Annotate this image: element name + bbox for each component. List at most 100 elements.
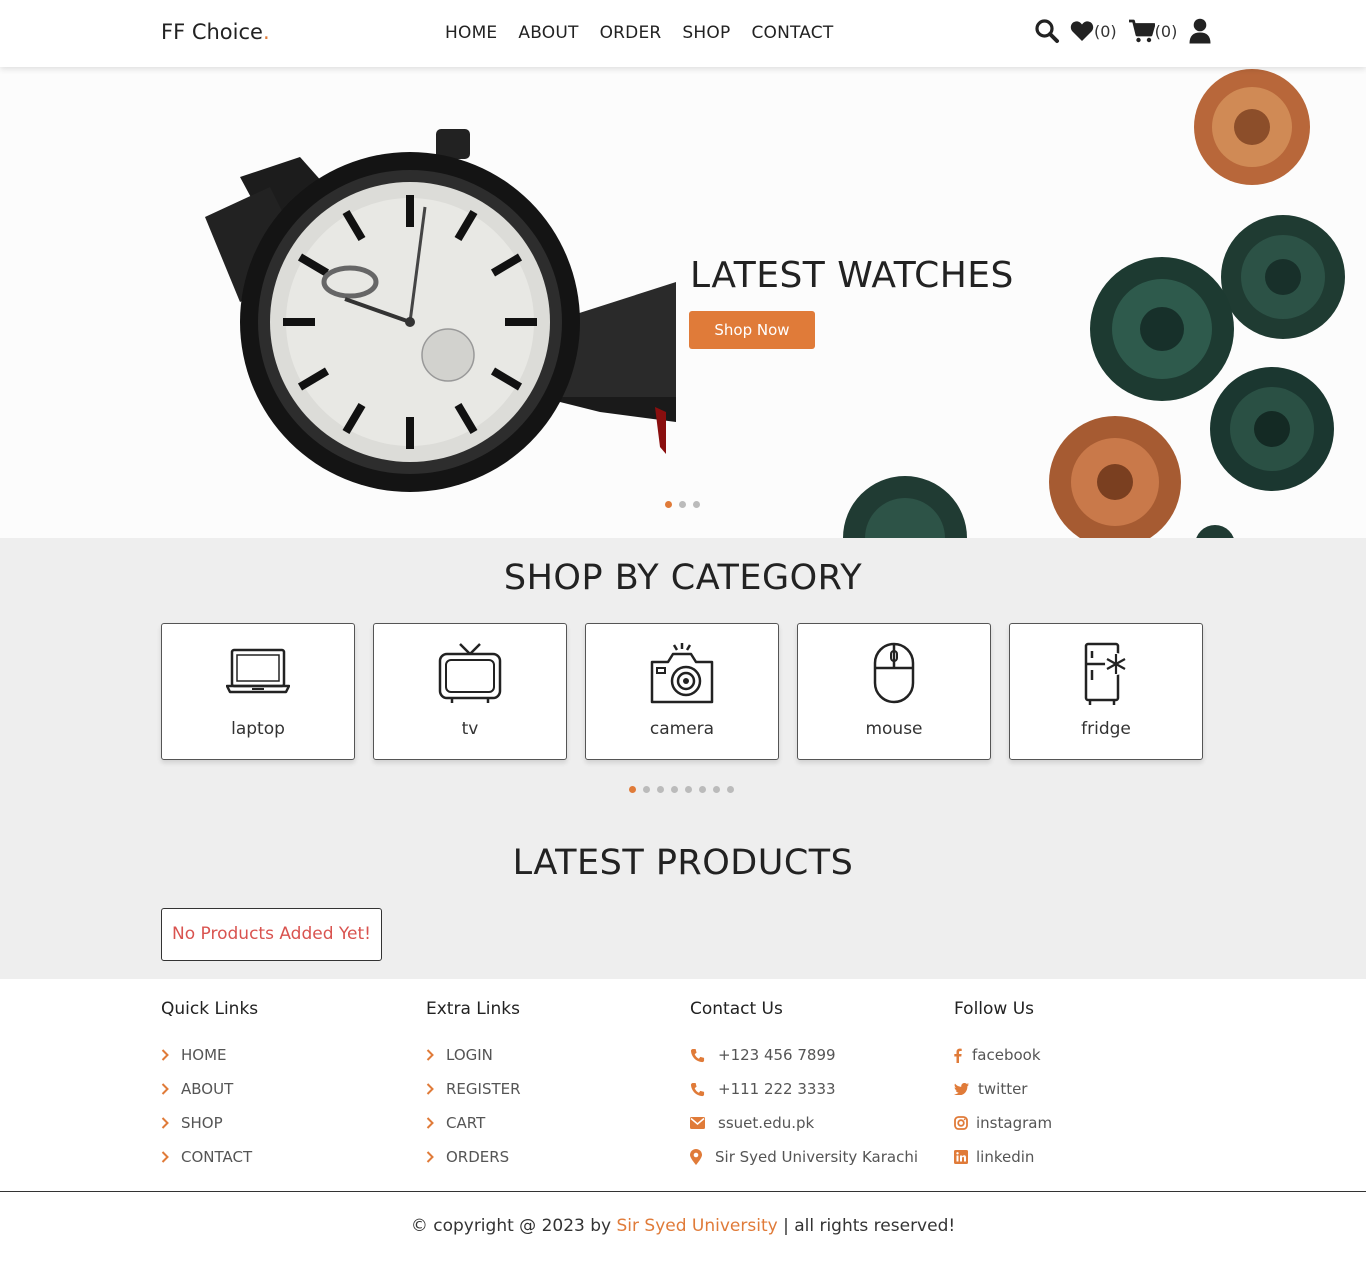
social-label: twitter <box>978 1080 1028 1098</box>
category-dot-5[interactable] <box>685 786 692 793</box>
footer-link-cart[interactable]: CART <box>426 1106 521 1140</box>
copyright-text: © copyright @ 2023 by Sir Syed Universit… <box>0 1216 1366 1236</box>
category-card-camera[interactable]: camera <box>585 623 779 760</box>
footer-link-orders[interactable]: ORDERS <box>426 1140 521 1174</box>
empty-products-message: No Products Added Yet! <box>161 908 382 961</box>
site-footer: Quick Links HOME ABOUT SHOP CONTACT Extr… <box>0 979 1366 1192</box>
latest-products-title: LATEST PRODUCTS <box>512 843 854 883</box>
social-label: instagram <box>976 1114 1053 1132</box>
footer-quick-links: Quick Links HOME ABOUT SHOP CONTACT <box>161 999 258 1174</box>
watch-illustration <box>205 129 676 492</box>
footer-heading: Extra Links <box>426 999 520 1019</box>
social-instagram[interactable]: instagram <box>954 1106 1052 1140</box>
nav-shop[interactable]: SHOP <box>682 23 730 43</box>
laptop-icon <box>225 642 291 704</box>
chevron-right-icon <box>426 1117 446 1129</box>
category-label: laptop <box>231 719 285 739</box>
category-card-laptop[interactable]: laptop <box>161 623 355 760</box>
contact-email[interactable]: ssuet.edu.pk <box>690 1106 918 1140</box>
nav-contact[interactable]: CONTACT <box>751 23 833 43</box>
camera-icon <box>650 642 714 708</box>
cart-count: (0) <box>1154 21 1178 41</box>
category-title: SHOP BY CATEGORY <box>503 558 863 598</box>
footer-link-label: REGISTER <box>446 1080 521 1098</box>
footer-link-contact[interactable]: CONTACT <box>161 1140 258 1174</box>
chevron-right-icon <box>161 1083 181 1095</box>
footer-link-about[interactable]: ABOUT <box>161 1072 258 1106</box>
phone-icon <box>690 1048 718 1063</box>
social-label: linkedin <box>976 1148 1035 1166</box>
tv-icon <box>438 642 502 708</box>
contact-address[interactable]: Sir Syed University Karachi <box>690 1140 918 1174</box>
shop-now-button[interactable]: Shop Now <box>689 311 815 349</box>
mouse-icon <box>872 642 916 708</box>
hero-dot-1[interactable] <box>665 501 672 508</box>
footer-link-label: ORDERS <box>446 1148 510 1166</box>
category-dot-4[interactable] <box>671 786 678 793</box>
nav-home[interactable]: HOME <box>445 23 497 43</box>
footer-link-shop[interactable]: SHOP <box>161 1106 258 1140</box>
social-label: facebook <box>972 1046 1041 1064</box>
copyright-prefix: © copyright @ 2023 by <box>410 1216 617 1236</box>
category-dot-6[interactable] <box>699 786 706 793</box>
contact-text: Sir Syed University Karachi <box>715 1148 919 1166</box>
hero-dot-2[interactable] <box>679 501 686 508</box>
social-linkedin[interactable]: linkedin <box>954 1140 1052 1174</box>
footer-link-label: ABOUT <box>181 1080 234 1098</box>
contact-phone-1[interactable]: +123 456 7899 <box>690 1038 918 1072</box>
hero-dot-3[interactable] <box>693 501 700 508</box>
category-card-fridge[interactable]: fridge <box>1009 623 1203 760</box>
category-dot-3[interactable] <box>657 786 664 793</box>
wishlist-count: (0) <box>1094 21 1117 41</box>
category-dot-7[interactable] <box>713 786 720 793</box>
category-label: mouse <box>865 719 923 739</box>
chevron-right-icon <box>426 1151 446 1163</box>
hero-slider: LATEST WATCHES Shop Now <box>0 67 1366 538</box>
footer-link-label: LOGIN <box>446 1046 493 1064</box>
footer-contact: Contact Us +123 456 7899 +111 222 3333 s… <box>690 999 918 1174</box>
map-pin-icon <box>690 1149 715 1165</box>
pine-cone-decoration <box>843 69 1345 538</box>
wishlist-button[interactable]: (0) <box>1070 20 1117 42</box>
logo-dot: . <box>262 20 270 44</box>
category-carousel: laptop tv camera mouse fridge <box>161 623 1203 760</box>
cart-button[interactable]: (0) <box>1128 19 1178 43</box>
category-card-tv[interactable]: tv <box>373 623 567 760</box>
contact-text: +111 222 3333 <box>718 1080 836 1098</box>
site-logo[interactable]: FF Choice. <box>161 20 270 44</box>
category-label: camera <box>649 719 715 739</box>
hero-image <box>205 69 1345 538</box>
twitter-icon <box>954 1083 978 1095</box>
footer-follow-us: Follow Us facebook twitter instagram lin… <box>954 999 1052 1174</box>
category-dot-8[interactable] <box>727 786 734 793</box>
chevron-right-icon <box>161 1151 181 1163</box>
contact-text: +123 456 7899 <box>718 1046 836 1064</box>
category-dot-1[interactable] <box>629 786 636 793</box>
nav-about[interactable]: ABOUT <box>518 23 578 43</box>
footer-heading: Quick Links <box>161 999 259 1019</box>
category-card-mouse[interactable]: mouse <box>797 623 991 760</box>
category-pagination <box>629 786 734 793</box>
user-icon[interactable] <box>1189 18 1211 44</box>
footer-link-register[interactable]: REGISTER <box>426 1072 521 1106</box>
social-facebook[interactable]: facebook <box>954 1038 1052 1072</box>
contact-phone-2[interactable]: +111 222 3333 <box>690 1072 918 1106</box>
footer-link-home[interactable]: HOME <box>161 1038 258 1072</box>
copyright-brand-link[interactable]: Sir Syed University <box>617 1216 778 1236</box>
linkedin-icon <box>954 1150 976 1164</box>
footer-heading: Contact Us <box>690 999 783 1019</box>
footer-link-label: SHOP <box>181 1114 223 1132</box>
category-section: SHOP BY CATEGORY laptop tv camera mouse <box>0 538 1366 979</box>
search-icon[interactable] <box>1034 18 1060 44</box>
nav-order[interactable]: ORDER <box>600 23 662 43</box>
main-nav: HOME ABOUT ORDER SHOP CONTACT <box>445 23 854 43</box>
heart-icon <box>1070 20 1094 42</box>
category-label: tv <box>461 719 479 739</box>
chevron-right-icon <box>161 1049 181 1061</box>
contact-text: ssuet.edu.pk <box>718 1114 815 1132</box>
category-dot-2[interactable] <box>643 786 650 793</box>
footer-link-login[interactable]: LOGIN <box>426 1038 521 1072</box>
fridge-icon <box>1082 642 1130 710</box>
social-twitter[interactable]: twitter <box>954 1072 1052 1106</box>
hero-pagination <box>665 501 700 508</box>
